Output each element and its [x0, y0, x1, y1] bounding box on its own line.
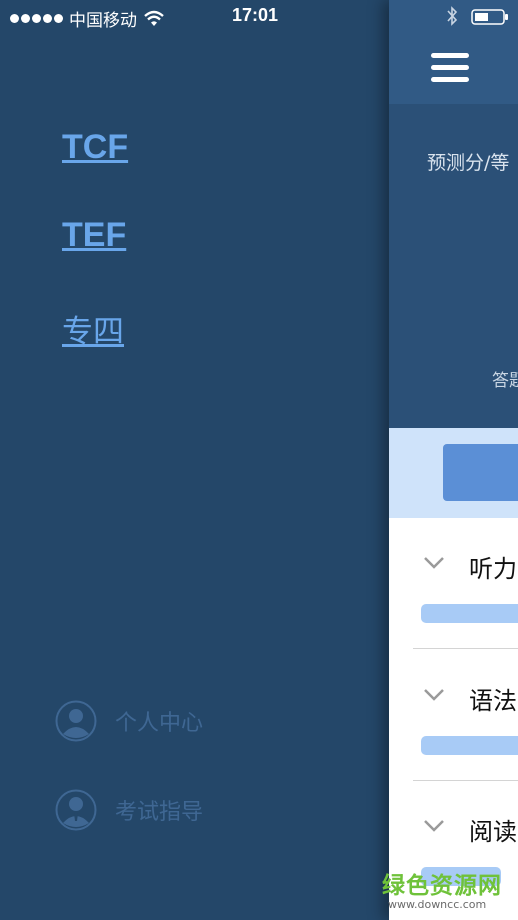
chevron-down-icon: [424, 557, 444, 569]
start-test-button[interactable]: [443, 444, 518, 501]
divider: [413, 648, 518, 649]
chevron-down-icon: [424, 689, 444, 701]
watermark-text: 绿色资源网: [382, 873, 502, 899]
exam-guide-label: 考试指导: [115, 800, 204, 825]
progress-bar: [421, 604, 518, 623]
section-title: 阅读: [469, 818, 517, 846]
personal-center-label: 个人中心: [115, 711, 204, 736]
progress-bar: [421, 736, 518, 755]
side-menu: TCF TEF 专四 个人中心 考试指导: [0, 0, 390, 920]
main-panel: 预测分/等 答题 听力 语法 阅读: [389, 0, 518, 920]
user-icon: [55, 700, 97, 742]
teacher-icon: [55, 789, 97, 831]
watermark-url: www.downcc.com: [388, 898, 487, 911]
answer-label: 答题: [492, 371, 518, 391]
section-title: 听力: [469, 555, 517, 583]
section-grammar[interactable]: 语法: [389, 650, 518, 781]
status-bar: 中国移动 17:01: [0, 0, 518, 34]
exam-guide-item[interactable]: 考试指导: [55, 789, 203, 831]
section-listening[interactable]: 听力: [389, 518, 518, 649]
wifi-icon: [144, 10, 164, 26]
watermark: 绿色资源网 www.downcc.com: [382, 866, 518, 920]
menu-hamburger-icon[interactable]: [431, 53, 469, 85]
chevron-down-icon: [424, 820, 444, 832]
carrier-name: 中国移动: [69, 11, 137, 31]
predicted-score-label: 预测分/等: [427, 152, 510, 174]
signal-strength-icon: [10, 14, 63, 23]
personal-center-item[interactable]: 个人中心: [55, 700, 203, 742]
menu-link-zhuansi[interactable]: 专四: [62, 306, 124, 351]
section-title: 语法: [469, 687, 517, 715]
menu-link-tef[interactable]: TEF: [62, 216, 126, 255]
menu-link-tcf[interactable]: TCF: [62, 128, 128, 167]
action-bar: [389, 428, 518, 518]
clock: 17:01: [232, 5, 279, 25]
carrier-info: 中国移动: [10, 6, 165, 31]
